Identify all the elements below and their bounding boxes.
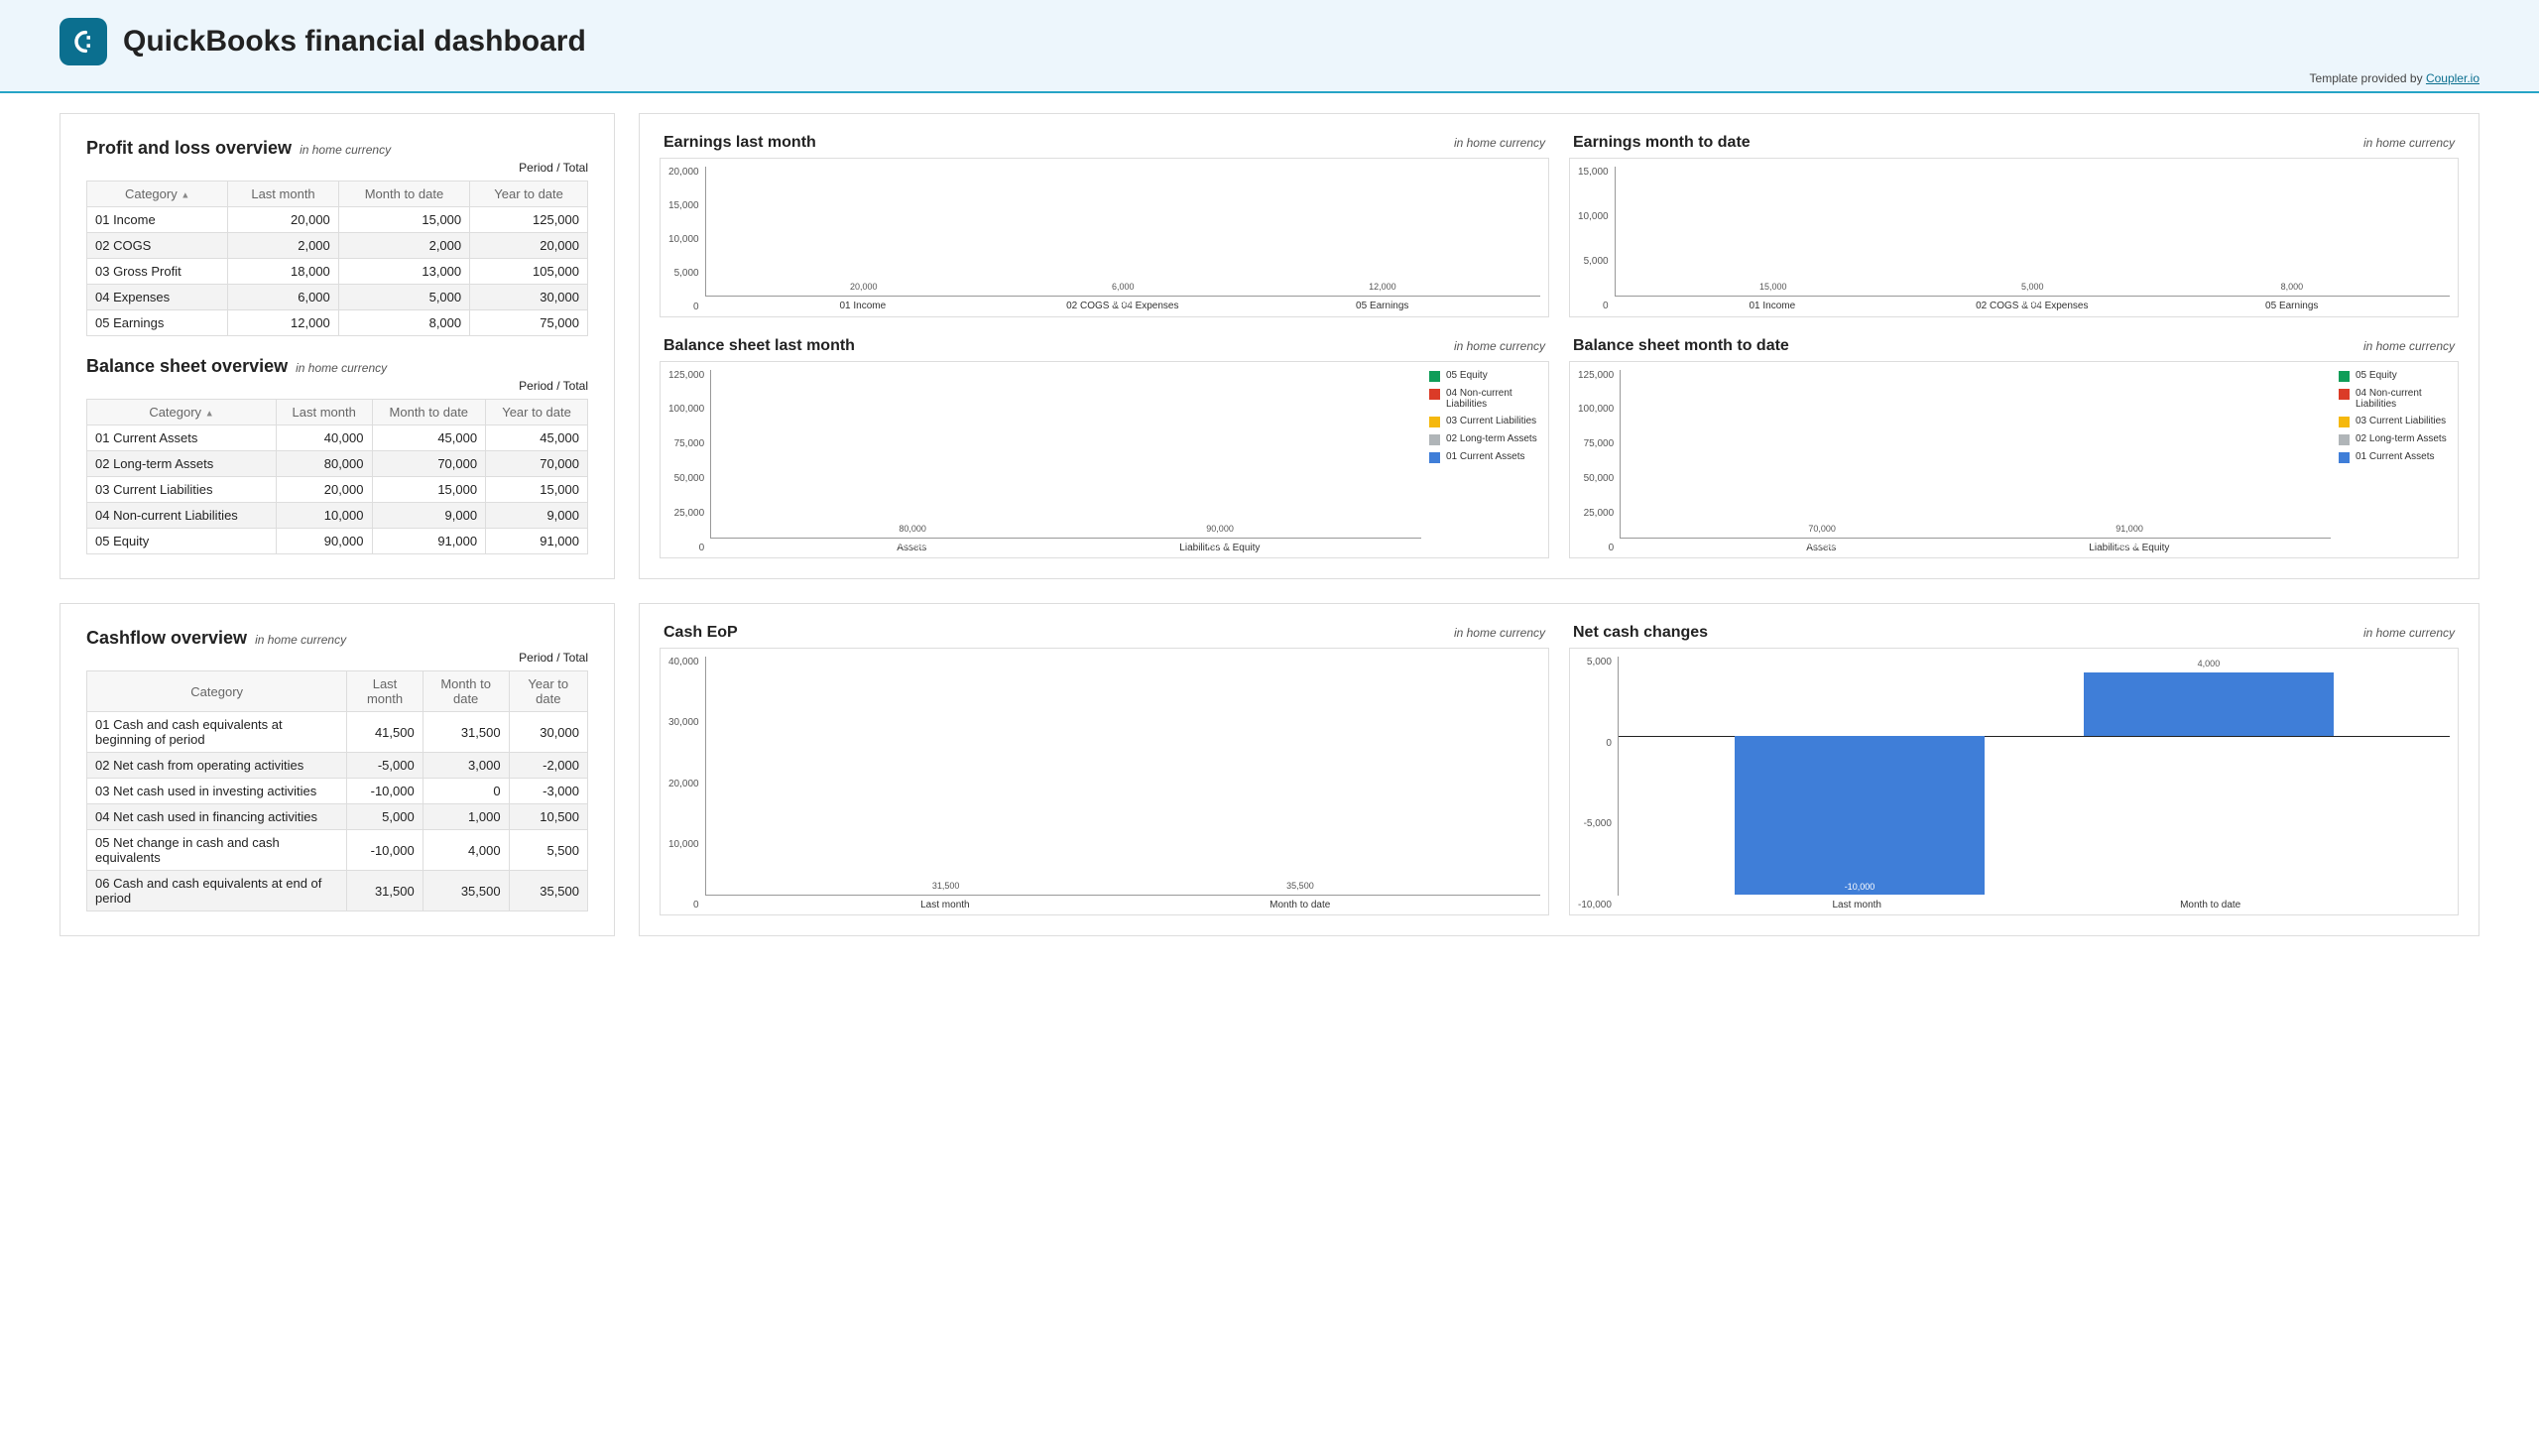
template-credit: Template provided by Coupler.io: [60, 65, 2479, 85]
pl-title: Profit and loss overview: [86, 138, 292, 159]
table-row: 02 COGS2,0002,00020,000: [87, 233, 588, 259]
charts-panel-1: Earnings last monthin home currency 20,0…: [639, 113, 2479, 579]
cf-title: Cashflow overview: [86, 628, 247, 649]
table-row: 01 Cash and cash equivalents at beginnin…: [87, 712, 588, 753]
cf-col-category[interactable]: Category: [87, 671, 347, 712]
chart-earnings-mtd: Earnings month to datein home currency 1…: [1569, 134, 2459, 317]
cf-col-ytd[interactable]: Year to date: [509, 671, 587, 712]
table-row: 04 Net cash used in financing activities…: [87, 804, 588, 830]
bs-col-lm[interactable]: Last month: [276, 400, 372, 425]
neg-plot: -10,000 4,000: [1618, 657, 2450, 896]
charts-panel-2: Cash EoPin home currency 40,00030,00020,…: [639, 603, 2479, 936]
pl-col-mtd[interactable]: Month to date: [338, 182, 469, 207]
table-row: 04 Expenses6,0005,00030,000: [87, 285, 588, 310]
table-row: 03 Gross Profit18,00013,000105,000: [87, 259, 588, 285]
cf-col-lm[interactable]: Last month: [347, 671, 423, 712]
table-row: 05 Equity90,00091,00091,000: [87, 529, 588, 554]
y-axis: 15,00010,0005,0000: [1578, 167, 1615, 312]
table-row: 03 Net cash used in investing activities…: [87, 779, 588, 804]
sort-asc-icon: ▲: [205, 409, 214, 419]
table-row: 05 Net change in cash and cash equivalen…: [87, 830, 588, 871]
bar-mtd: 4,000: [2084, 672, 2333, 736]
chart-cash-eop: Cash EoPin home currency 40,00030,00020,…: [660, 624, 1549, 915]
table-row: 06 Cash and cash equivalents at end of p…: [87, 871, 588, 911]
bs-legend: 05 Equity 04 Non-current Liabilities 03 …: [2331, 370, 2450, 554]
bs-legend: 05 Equity 04 Non-current Liabilities 03 …: [1421, 370, 1540, 554]
header-banner: QuickBooks financial dashboard Template …: [0, 0, 2539, 93]
sort-asc-icon: ▲: [181, 190, 189, 200]
pl-col-ytd[interactable]: Year to date: [470, 182, 588, 207]
y-axis: 125,000100,00075,00050,00025,0000: [668, 370, 710, 554]
table-row: 02 Long-term Assets80,00070,00070,000: [87, 451, 588, 477]
table-row: 03 Current Liabilities20,00015,00015,000: [87, 477, 588, 503]
bar-lm: -10,000: [1735, 736, 1984, 895]
chart-bs-lm: Balance sheet last monthin home currency…: [660, 337, 1549, 559]
pl-col-category[interactable]: Category ▲: [87, 182, 228, 207]
pl-table: Category ▲ Last month Month to date Year…: [86, 181, 588, 336]
chart-earnings-lm: Earnings last monthin home currency 20,0…: [660, 134, 1549, 317]
pl-col-lm[interactable]: Last month: [228, 182, 339, 207]
chart-bs-mtd: Balance sheet month to datein home curre…: [1569, 337, 2459, 559]
coupler-logo-icon: [60, 18, 107, 65]
table-row: 01 Income20,00015,000125,000: [87, 207, 588, 233]
table-row: 05 Earnings12,0008,00075,000: [87, 310, 588, 336]
chart-netcash: Net cash changesin home currency 5,0000-…: [1569, 624, 2459, 915]
y-axis: 20,00015,00010,0005,0000: [668, 167, 705, 312]
y-axis: 125,000100,00075,00050,00025,0000: [1578, 370, 1620, 554]
bs-col-category[interactable]: Category ▲: [87, 400, 277, 425]
table-row: 04 Non-current Liabilities10,0009,0009,0…: [87, 503, 588, 529]
bs-title: Balance sheet overview: [86, 356, 288, 377]
cf-col-mtd[interactable]: Month to date: [423, 671, 509, 712]
coupler-link[interactable]: Coupler.io: [2426, 71, 2479, 85]
y-axis: 5,0000-5,000-10,000: [1578, 657, 1618, 910]
bs-table: Category ▲ Last month Month to date Year…: [86, 399, 588, 554]
bs-col-ytd[interactable]: Year to date: [486, 400, 588, 425]
table-row: 02 Net cash from operating activities-5,…: [87, 753, 588, 779]
y-axis: 40,00030,00020,00010,0000: [668, 657, 705, 910]
overview-tables-panel: Profit and loss overview in home currenc…: [60, 113, 615, 579]
page-title: QuickBooks financial dashboard: [123, 25, 586, 59]
cashflow-table-panel: Cashflow overview in home currency Perio…: [60, 603, 615, 936]
cf-table: Category Last month Month to date Year t…: [86, 670, 588, 911]
table-row: 01 Current Assets40,00045,00045,000: [87, 425, 588, 451]
bs-col-mtd[interactable]: Month to date: [372, 400, 486, 425]
